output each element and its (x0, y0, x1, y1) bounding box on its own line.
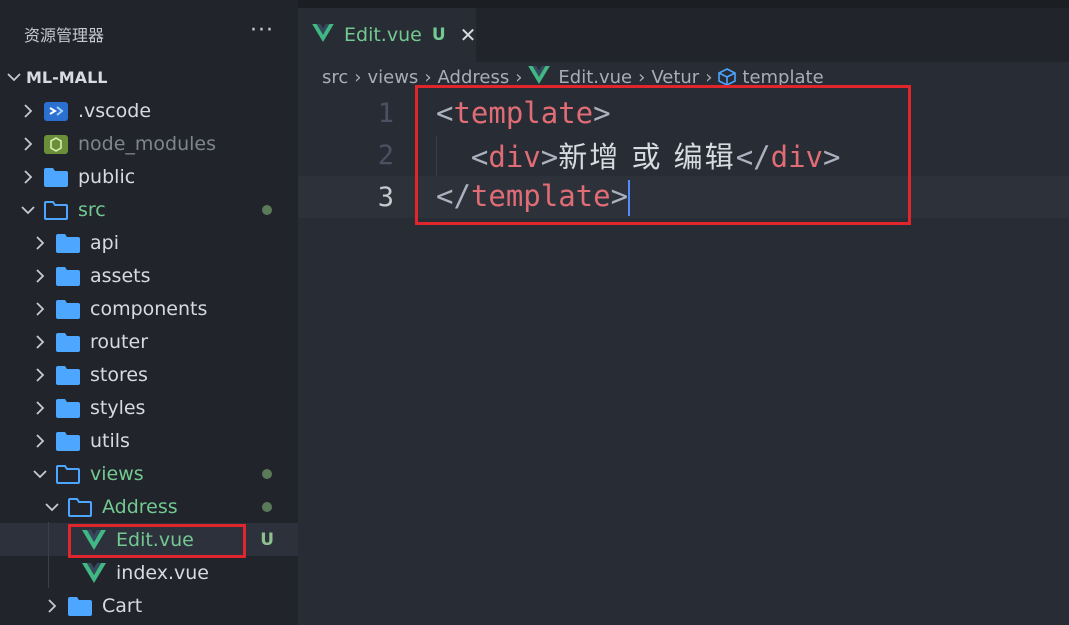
close-icon[interactable]: ✕ (460, 23, 477, 47)
chevron-right-icon (30, 367, 50, 382)
tree-item-label: styles (90, 396, 146, 419)
chevron-down-icon (42, 502, 62, 512)
tree-item-assets[interactable]: assets (0, 259, 298, 292)
folder-icon (44, 166, 68, 188)
git-untracked-badge: U (431, 25, 446, 45)
tree-item-src[interactable]: src (0, 193, 298, 226)
explorer-header: 资源管理器 ··· (0, 0, 298, 68)
symbol-icon (718, 68, 737, 86)
tree-item-api[interactable]: api (0, 226, 298, 259)
folder-icon (56, 265, 80, 287)
tree-item-stores[interactable]: stores (0, 358, 298, 391)
chevron-right-icon (42, 598, 62, 613)
tree-item-label: views (90, 462, 144, 485)
tree-item-label: public (78, 165, 136, 188)
tree-item-label: Address (102, 495, 178, 518)
folder-icon (68, 595, 92, 617)
vue-file-icon (312, 23, 334, 47)
explorer-title: 资源管理器 (24, 26, 105, 45)
chevron-right-icon (30, 334, 50, 349)
breadcrumb-item[interactable]: src (322, 67, 348, 88)
breadcrumb-item[interactable]: views (367, 67, 418, 88)
tree-item-label: .vscode (78, 99, 152, 122)
highlight-box-edit-vue (68, 524, 246, 558)
folder-open-icon (56, 463, 80, 485)
tree-item-label: index.vue (116, 561, 209, 584)
tree-item-label: utils (90, 429, 130, 452)
tree-item-label: node_modules (78, 132, 217, 155)
tree-item-label: components (90, 297, 208, 320)
chevron-right-icon (30, 433, 50, 448)
tab-label: Edit.vue (344, 24, 422, 46)
chevron-right-icon (18, 136, 38, 151)
chevron-right-icon (30, 400, 50, 415)
tree-item-label: assets (90, 264, 151, 287)
tree-item-label: api (90, 231, 119, 254)
line-number: 3 (377, 181, 394, 213)
tree-root-label: ML-MALL (26, 67, 108, 87)
line-number: 2 (377, 139, 394, 171)
chevron-right-icon (30, 301, 50, 316)
tree-root-ml-mall[interactable]: ML-MALL (0, 60, 298, 94)
tree-item-address[interactable]: Address (0, 490, 298, 523)
chevron-right-icon: › (354, 66, 362, 88)
chevron-right-icon (18, 103, 38, 118)
tree-item-index-vue[interactable]: index.vue (0, 556, 298, 589)
folder-icon (56, 232, 80, 254)
tree-item-styles[interactable]: styles (0, 391, 298, 424)
tree-item-router[interactable]: router (0, 325, 298, 358)
git-modified-dot (262, 501, 272, 512)
tree-item-public[interactable]: public (0, 160, 298, 193)
more-actions-icon[interactable]: ··· (250, 18, 274, 43)
chevron-down-icon (18, 205, 38, 215)
vscode-folder-icon (44, 100, 68, 122)
folder-icon (56, 331, 80, 353)
folder-open-icon (44, 199, 68, 221)
git-modified-dot (262, 468, 272, 479)
editor-tabbar: Edit.vue U ✕ (298, 0, 1069, 62)
node-folder-icon (44, 133, 68, 155)
tree-item-components[interactable]: components (0, 292, 298, 325)
tree-item-utils[interactable]: utils (0, 424, 298, 457)
folder-open-icon (68, 496, 92, 518)
line-number: 1 (377, 97, 394, 129)
folder-icon (56, 397, 80, 419)
git-untracked-badge: U (260, 529, 274, 550)
tree-item-label: router (90, 330, 149, 353)
chevron-right-icon (30, 268, 50, 283)
folder-icon (56, 364, 80, 386)
tree-item-node-modules[interactable]: node_modules (0, 127, 298, 160)
chevron-right-icon (30, 235, 50, 250)
folder-icon (56, 430, 80, 452)
tab-edit-vue[interactable]: Edit.vue U ✕ (298, 8, 476, 62)
indent-guide (48, 522, 49, 588)
chevron-down-icon (4, 72, 24, 82)
tree-item-cart[interactable]: Cart (0, 589, 298, 622)
folder-icon (56, 298, 80, 320)
chevron-right-icon (18, 169, 38, 184)
vue-file-icon (82, 562, 106, 584)
tree-item-label: src (78, 198, 106, 221)
tree-item-label: stores (90, 363, 148, 386)
tree-item-vscode[interactable]: .vscode (0, 94, 298, 127)
git-modified-dot (262, 204, 272, 215)
tree-item-views[interactable]: views (0, 457, 298, 490)
chevron-down-icon (30, 469, 50, 479)
highlight-box-code (415, 85, 911, 225)
tree-item-label: Cart (102, 594, 143, 617)
